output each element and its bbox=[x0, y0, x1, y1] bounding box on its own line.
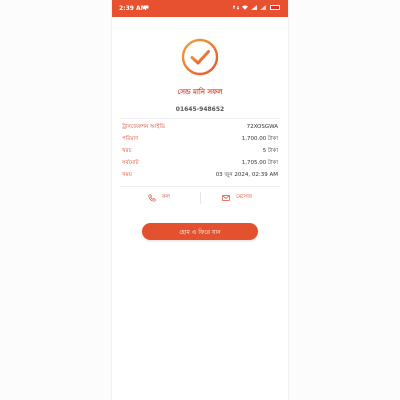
detail-label: খরচ bbox=[122, 148, 132, 154]
detail-value: 1,705.00 টাকা bbox=[241, 160, 278, 166]
call-label: কল bbox=[162, 194, 170, 200]
wifi-icon bbox=[242, 5, 248, 10]
success-title: সেন্ড মানি সফল bbox=[177, 88, 223, 96]
action-separator bbox=[200, 192, 201, 204]
detail-label: ট্রানজেকশন আইডি bbox=[122, 124, 165, 130]
signal-icon bbox=[260, 5, 266, 10]
divider bbox=[120, 186, 280, 187]
call-button[interactable]: কল bbox=[148, 193, 170, 203]
detail-value: 5 টাকা bbox=[262, 148, 278, 154]
status-bar: 2:39 AM bbox=[112, 0, 288, 17]
phone-screen: 2:39 AM সেন্ড মানি সফল 01645-948652 ট্রা… bbox=[112, 0, 288, 400]
detail-value: 1,700.00 টাকা bbox=[241, 136, 278, 142]
recipient-phone-number: 01645-948652 bbox=[175, 106, 225, 113]
chat-icon bbox=[143, 5, 149, 10]
status-icons bbox=[233, 5, 266, 10]
signal-icon bbox=[251, 5, 257, 10]
divider bbox=[120, 118, 280, 119]
detail-label: পরিমাণ bbox=[122, 136, 139, 142]
phone-icon bbox=[148, 194, 156, 202]
battery-icon bbox=[270, 5, 280, 10]
message-button[interactable]: মেসেজ bbox=[222, 193, 252, 203]
detail-value: 03 জুন 2024, 02:39 AM bbox=[215, 172, 278, 178]
check-circle-icon bbox=[181, 38, 219, 76]
data-icon bbox=[233, 5, 239, 10]
detail-row-total: সর্বমোট 1,705.00 টাকা bbox=[122, 160, 278, 169]
detail-value: 72XOSGWA bbox=[246, 124, 278, 130]
detail-label: সময় bbox=[122, 172, 132, 178]
detail-row-transaction-id: ট্রানজেকশন আইডি 72XOSGWA bbox=[122, 124, 278, 133]
envelope-icon bbox=[222, 195, 230, 201]
detail-row-time: সময় 03 জুন 2024, 02:39 AM bbox=[122, 172, 278, 181]
detail-row-amount: পরিমাণ 1,700.00 টাকা bbox=[122, 136, 278, 145]
detail-row-charge: খরচ 5 টাকা bbox=[122, 148, 278, 157]
detail-label: সর্বমোট bbox=[122, 160, 139, 166]
message-label: মেসেজ bbox=[236, 194, 253, 200]
home-button[interactable]: হোম এ ফিরে যান bbox=[142, 223, 258, 240]
